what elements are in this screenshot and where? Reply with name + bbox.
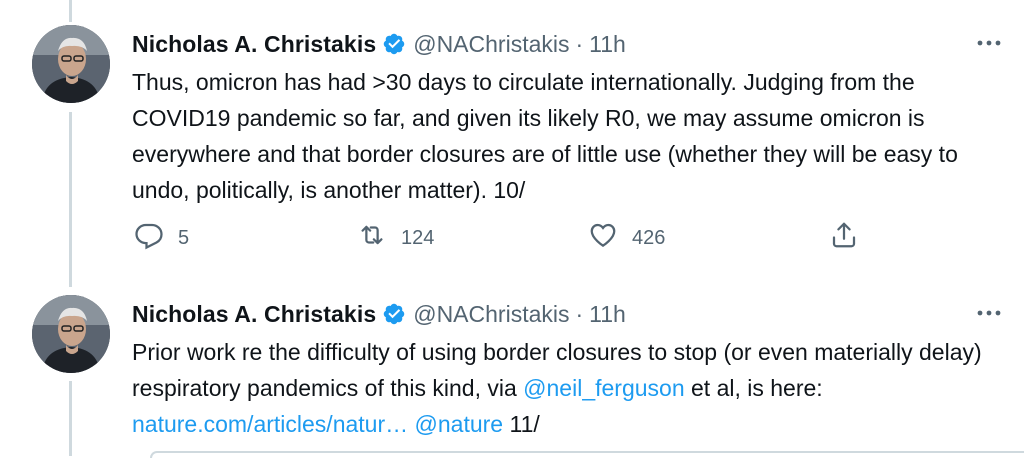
tweet-text: Prior work re the difficulty of using bo… [132, 334, 1004, 442]
mention-link[interactable]: @neil_ferguson [523, 375, 684, 401]
like-count: 426 [632, 226, 666, 249]
reply-button[interactable]: 5 [134, 218, 189, 258]
more-options-icon[interactable] [974, 301, 1004, 325]
tweet-11[interactable]: Nicholas A. Christakis @NAChristakis · 1… [0, 270, 1024, 456]
share-button[interactable] [829, 218, 859, 258]
share-icon [829, 220, 859, 256]
reply-icon [134, 220, 164, 256]
tweet-text-part: et al, is here: [684, 375, 823, 401]
verified-badge-icon [382, 32, 406, 56]
verified-badge-icon [382, 302, 406, 326]
timestamp[interactable]: 11h [589, 301, 626, 328]
author-name[interactable]: Nicholas A. Christakis [132, 31, 376, 58]
tweet-text-part: 11/ [503, 411, 540, 437]
tweet-header: Nicholas A. Christakis @NAChristakis · 1… [132, 297, 1004, 331]
tweet-10[interactable]: Nicholas A. Christakis @NAChristakis · 1… [0, 0, 1024, 270]
author-name[interactable]: Nicholas A. Christakis [132, 301, 376, 328]
tweet-header: Nicholas A. Christakis @NAChristakis · 1… [132, 27, 1004, 61]
retweet-button[interactable]: 124 [357, 218, 434, 258]
timestamp[interactable]: 11h [589, 31, 626, 58]
article-link[interactable]: nature.com/articles/natur… [132, 411, 408, 437]
reply-count: 5 [178, 226, 190, 249]
link-preview-card-edge[interactable] [150, 451, 1024, 458]
tweet-actions: 5 124 426 [132, 218, 892, 258]
like-button[interactable]: 426 [588, 218, 665, 258]
separator-dot: · [575, 30, 584, 57]
mention-link[interactable]: @nature [415, 411, 504, 437]
retweet-count: 124 [401, 226, 435, 249]
retweet-icon [357, 220, 387, 256]
author-handle[interactable]: @NAChristakis [413, 31, 569, 58]
avatar[interactable] [32, 25, 110, 103]
author-handle[interactable]: @NAChristakis [413, 301, 569, 328]
heart-icon [588, 220, 618, 256]
tweet-text: Thus, omicron has had >30 days to circul… [132, 69, 958, 203]
separator-dot: · [575, 300, 584, 327]
more-options-icon[interactable] [974, 31, 1004, 55]
avatar[interactable] [32, 295, 110, 373]
